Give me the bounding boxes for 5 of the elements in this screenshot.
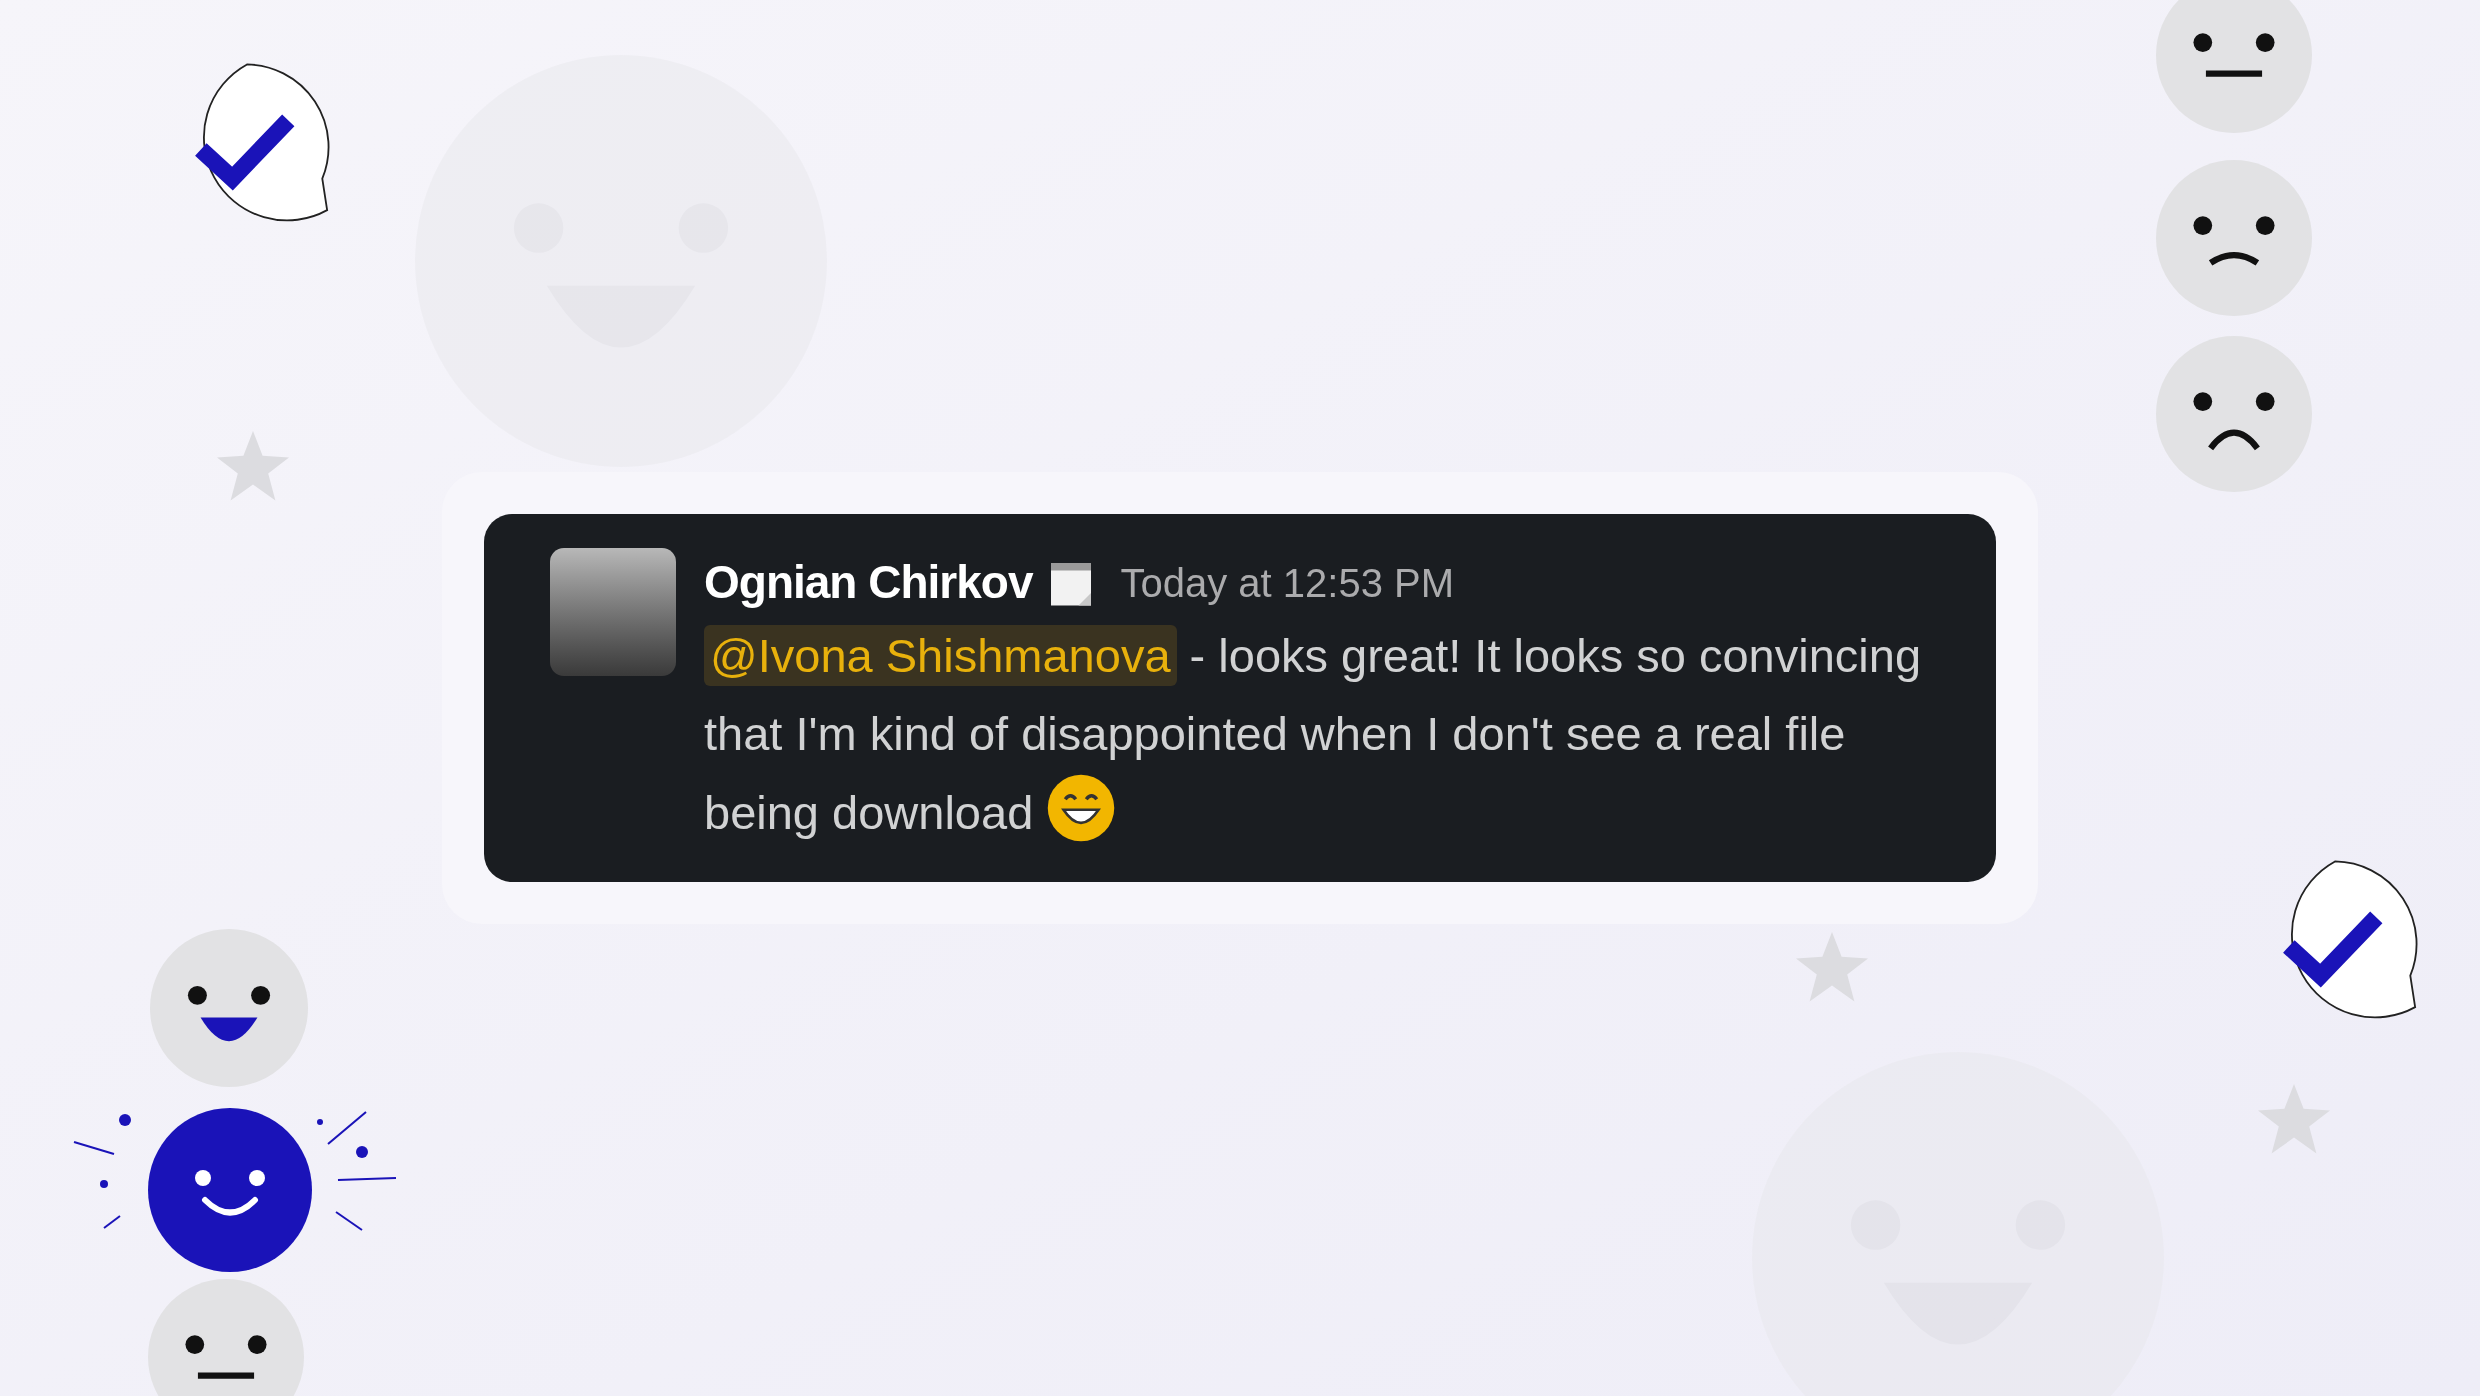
- message-text: @Ivona Shishmanova - looks great! It looks so convincing that I'm kind of disappointed when I don't see a real file being download: [704, 617, 1954, 852]
- message-time[interactable]: Today at 12:53 PM: [1120, 552, 1455, 613]
- author-name[interactable]: Ognian Chirkov: [704, 548, 1033, 617]
- mention-link[interactable]: @Ivona Shishmanova: [704, 625, 1177, 686]
- grinning-face-icon: [1046, 773, 1117, 843]
